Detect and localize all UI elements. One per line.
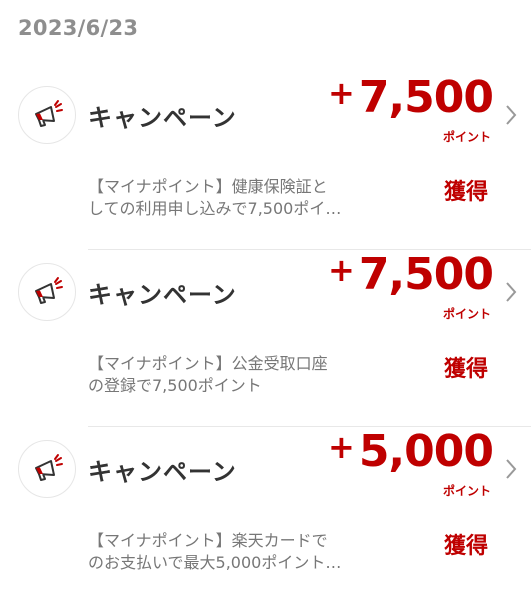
item-description: 【マイナポイント】公金受取口座 の登録で7,500ポイント [88,353,378,397]
chevron-right-icon[interactable] [505,104,517,126]
list-item[interactable]: キャンペーン +7,500 ポイント 【マイナポイント】健康保険証と しての利用… [0,76,531,256]
points-value: 7,500 [358,249,494,300]
item-title: キャンペーン [88,458,237,486]
status-label: 獲得 [443,180,488,205]
campaign-avatar [18,440,76,498]
description-line-1: 【マイナポイント】健康保険証と [88,177,328,196]
date-header: 2023/6/23 [18,16,139,40]
points-amount: +5,000 [328,428,494,474]
points-value: 5,000 [358,426,494,477]
plus-sign: + [328,251,355,289]
list-item[interactable]: キャンペーン +5,000 ポイント 【マイナポイント】楽天カードで のお支払い… [0,430,531,595]
status-label: 獲得 [443,357,488,382]
points-amount: +7,500 [328,251,494,297]
chevron-right-icon[interactable] [505,458,517,480]
megaphone-icon [35,100,63,127]
points-unit: ポイント [442,130,491,144]
description-line-2: のお支払いで最大5,000ポイント… [88,553,342,572]
chevron-right-icon[interactable] [505,281,517,303]
list-item[interactable]: キャンペーン +7,500 ポイント 【マイナポイント】公金受取口座 の登録で7… [0,253,531,433]
campaign-avatar [18,86,76,144]
item-title: キャンペーン [88,281,237,309]
megaphone-icon [35,277,63,304]
plus-sign: + [328,428,355,466]
item-description: 【マイナポイント】楽天カードで のお支払いで最大5,000ポイント… [88,530,378,574]
description-line-2: の登録で7,500ポイント [88,376,262,395]
points-unit: ポイント [442,484,491,498]
description-line-1: 【マイナポイント】楽天カードで [88,531,328,550]
points-unit: ポイント [442,307,491,321]
points-amount: +7,500 [328,74,494,120]
plus-sign: + [328,74,355,112]
description-line-2: しての利用申し込みで7,500ポイ… [88,199,342,218]
item-description: 【マイナポイント】健康保険証と しての利用申し込みで7,500ポイ… [88,176,378,220]
points-value: 7,500 [358,72,494,123]
points-history-page: 2023/6/23 キャンペーン +7,500 ポイント 【マイナポイント】健康… [0,0,531,595]
megaphone-icon [35,454,63,481]
status-label: 獲得 [443,534,488,559]
campaign-avatar [18,263,76,321]
item-title: キャンペーン [88,104,237,132]
description-line-1: 【マイナポイント】公金受取口座 [88,354,328,373]
